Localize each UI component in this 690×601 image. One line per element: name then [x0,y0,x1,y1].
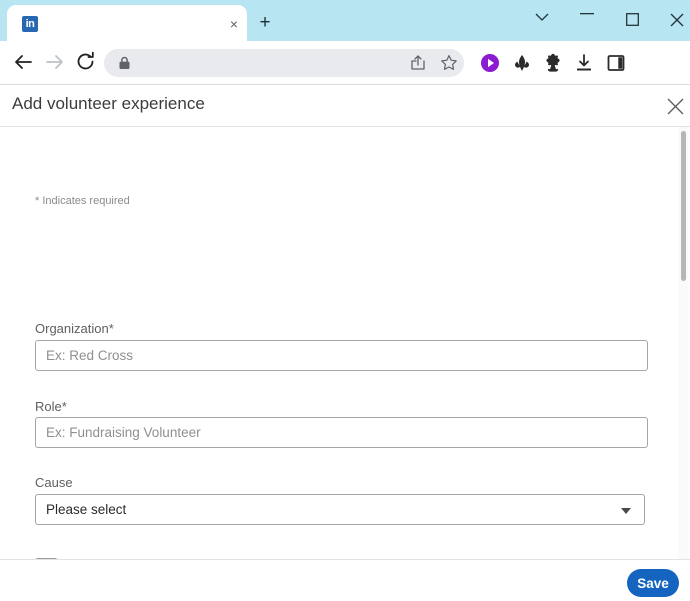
minimize-icon[interactable] [572,6,602,34]
share-icon[interactable] [409,54,427,72]
required-indicator-note: * Indicates required [35,195,130,207]
browser-titlebar: in × + [0,0,690,41]
downloads-icon[interactable] [574,53,594,73]
dark-reader-extension-icon[interactable] [512,53,532,73]
forward-arrow-icon[interactable] [43,51,67,75]
dialog-close-icon[interactable] [666,98,684,116]
dialog-body: * Indicates required Organization* Role*… [0,127,690,559]
add-volunteer-experience-dialog: Add volunteer experience * Indicates req… [0,86,690,601]
reload-icon[interactable] [73,51,97,75]
dialog-header: Add volunteer experience [0,86,690,127]
browser-toolbar: A [0,41,690,115]
extensions-puzzle-icon[interactable] [543,53,563,73]
organization-input[interactable] [35,340,648,371]
media-play-extension-icon[interactable] [480,53,500,73]
linkedin-favicon: in [22,16,38,32]
side-panel-icon[interactable] [606,53,626,73]
role-input[interactable] [35,417,648,448]
lock-icon [118,56,131,70]
tab-search-chevron-icon[interactable] [527,6,557,34]
maximize-icon[interactable] [617,6,647,34]
page-title: Add volunteer experience [12,94,205,113]
cause-select[interactable]: Please select [35,494,645,525]
dialog-footer: Save [0,559,690,601]
star-icon[interactable] [440,54,458,72]
cause-label: Cause [35,475,73,490]
dialog-scrollbar-thumb[interactable] [681,131,686,281]
back-arrow-icon[interactable] [11,51,35,75]
new-tab-button[interactable]: + [254,12,276,34]
window-close-icon[interactable] [662,6,690,34]
chevron-down-icon [621,508,631,514]
cause-select-value: Please select [46,502,127,517]
save-button[interactable]: Save [627,569,679,597]
browser-tab-linkedin[interactable]: in × [7,5,247,41]
tab-close-icon[interactable]: × [225,15,243,33]
organization-label: Organization* [35,321,114,336]
role-label: Role* [35,399,67,414]
browser-window: in × + Add volunteer experience * Indica… [0,0,690,601]
